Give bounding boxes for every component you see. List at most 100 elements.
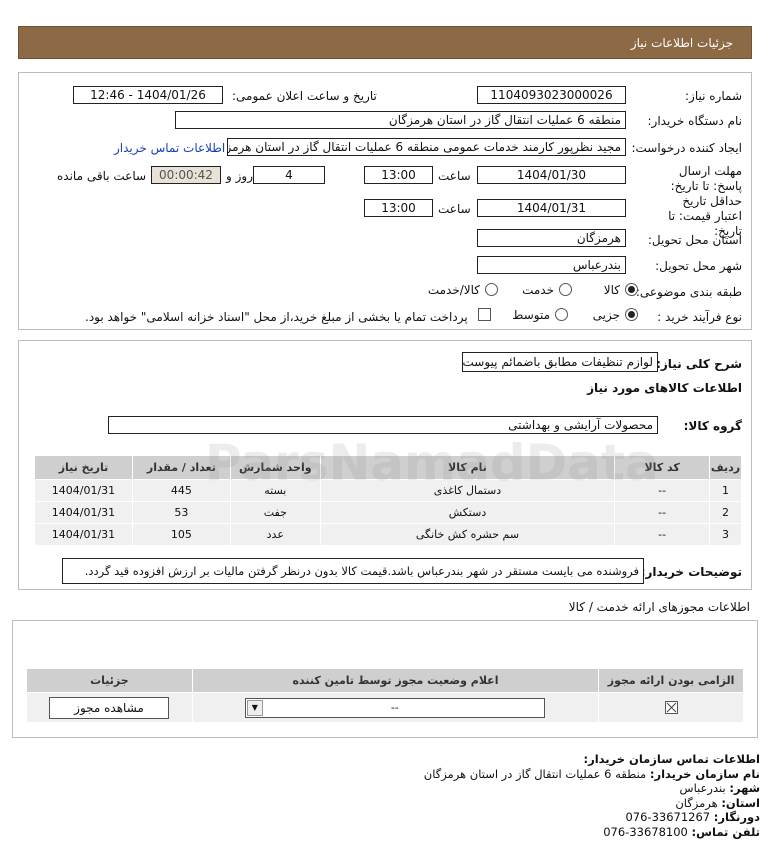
process-label: نوع فرآیند خرید : xyxy=(657,310,742,324)
process-option-partial: جزیی xyxy=(592,308,620,322)
contact-province-value: هرمزگان xyxy=(675,795,718,810)
category-radio-group: کالا خدمت کالا/خدمت xyxy=(424,281,640,299)
process-radio-partial[interactable] xyxy=(625,308,638,321)
buyer-org-label: نام دستگاه خریدار: xyxy=(647,114,743,128)
permit-required-checkbox xyxy=(664,701,678,715)
remaining-field: 00:00:42 xyxy=(151,166,221,184)
province-field: هرمزگان xyxy=(477,229,626,247)
category-option-goods: کالا xyxy=(603,283,620,297)
view-permit-button[interactable]: مشاهده مجوز xyxy=(49,697,169,719)
validity-date-field: 1404/01/31 xyxy=(477,199,626,217)
col-goods-code: کد کالا xyxy=(614,455,711,480)
cell-permit-status: -- ▼ xyxy=(191,692,600,723)
col-permit-details: جزئیات xyxy=(26,668,193,693)
deadline-time-field: 13:00 xyxy=(364,166,433,184)
category-radio-goods[interactable] xyxy=(625,283,638,296)
table-row: 2 -- دستکش جفت 53 1404/01/31 xyxy=(34,501,742,524)
cell-row-number: 2 xyxy=(709,501,742,524)
buyer-notes-field: فروشنده می بایست مستقر در شهر بندرعباس ب… xyxy=(62,558,644,584)
process-option-medium: متوسط xyxy=(512,308,550,322)
col-permit-status: اعلام وضعیت مجوز توسط تامین کننده xyxy=(191,668,600,693)
treasury-payment-checkbox[interactable] xyxy=(478,308,491,321)
cell-permit-required xyxy=(598,692,744,723)
col-need-date: تاریخ نیاز xyxy=(34,455,133,480)
category-option-both: کالا/خدمت xyxy=(427,283,480,297)
category-radio-service[interactable] xyxy=(559,283,572,296)
validity-time-field: 13:00 xyxy=(364,199,433,217)
province-label: استان محل تحویل: xyxy=(647,233,742,247)
city-field: بندرعباس xyxy=(477,256,626,274)
permits-title: اطلاعات مجوزهای ارائه خدمت / کالا xyxy=(568,600,750,614)
cell-goods-name: دستمال کاغذی xyxy=(319,479,616,502)
need-number-field: 1104093023000026 xyxy=(477,86,626,104)
days-label: روز و xyxy=(226,169,253,183)
process-radio-medium[interactable] xyxy=(555,308,568,321)
cell-goods-code: -- xyxy=(614,501,711,524)
deadline-time-label: ساعت xyxy=(438,169,471,183)
buyer-contact-section: اطلاعات تماس سازمان خریدار: نام سازمان خ… xyxy=(20,752,760,839)
cell-need-date: 1404/01/31 xyxy=(34,479,133,502)
contact-fax-row: دورنگار: 076-33671267 xyxy=(20,810,760,825)
cell-row-number: 1 xyxy=(709,479,742,502)
remaining-label: ساعت باقی مانده xyxy=(57,169,147,183)
contact-city-row: شهر: بندرعباس xyxy=(20,781,760,796)
requester-field: مجید نظرپور کارمند خدمات عمومی منطقه 6 ع… xyxy=(227,138,626,156)
col-permit-required: الزامی بودن ارائه مجوز xyxy=(598,668,744,693)
announce-label: تاریخ و ساعت اعلان عمومی: xyxy=(232,89,377,103)
goods-group-field: محصولات آرایشی و بهداشتی xyxy=(108,416,658,434)
description-field: لوازم تنظیفات مطابق باضمائم پیوست xyxy=(462,352,658,372)
contact-phone-row: تلفن تماس: 076-33678100 xyxy=(20,825,760,840)
goods-table: ردیف کد کالا نام کالا واحد شمارش تعداد /… xyxy=(34,455,742,546)
cell-goods-code: -- xyxy=(614,479,711,502)
contact-province-row: استان: هرمزگان xyxy=(20,796,760,811)
contact-org-value: منطقه 6 عملیات انتقال گاز در استان هرمزگ… xyxy=(423,766,647,781)
permits-table-header: الزامی بودن ارائه مجوز اعلام وضعیت مجوز … xyxy=(26,668,744,693)
goods-info-title: اطلاعات کالاهای مورد نیاز xyxy=(587,381,742,395)
cell-goods-name: سم حشره کش خانگی xyxy=(319,523,616,546)
col-unit: واحد شمارش xyxy=(229,455,321,480)
buyer-notes-label: توضیحات خریدار: xyxy=(640,565,742,579)
cell-permit-details: مشاهده مجوز xyxy=(26,692,193,723)
cell-unit: جفت xyxy=(229,501,321,524)
cell-goods-code: -- xyxy=(614,523,711,546)
cell-quantity: 445 xyxy=(131,479,231,502)
days-field: 4 xyxy=(253,166,325,184)
table-row: -- ▼ مشاهده مجوز xyxy=(26,692,744,723)
cell-unit: بسته xyxy=(229,479,321,502)
contact-city-label: شهر: xyxy=(729,781,760,795)
table-row: 3 -- سم حشره کش خانگی عدد 105 1404/01/31 xyxy=(34,523,742,546)
view-permit-label: مشاهده مجوز xyxy=(74,701,144,715)
need-number-label: شماره نیاز: xyxy=(685,89,742,103)
cell-need-date: 1404/01/31 xyxy=(34,501,133,524)
buyer-org-field: منطقه 6 عملیات انتقال گاز در استان هرمزگ… xyxy=(175,111,626,129)
permit-status-select[interactable]: -- ▼ xyxy=(244,698,545,718)
category-label: طبقه بندی موضوعی: xyxy=(635,285,742,299)
chevron-down-icon: ▼ xyxy=(246,700,263,716)
category-option-service: خدمت xyxy=(522,283,554,297)
contact-city-value: بندرعباس xyxy=(679,781,726,795)
cell-quantity: 53 xyxy=(131,501,231,524)
buyer-contact-link[interactable]: اطلاعات تماس خریدار xyxy=(114,141,225,155)
goods-table-header: ردیف کد کالا نام کالا واحد شمارش تعداد /… xyxy=(34,455,742,480)
contact-phone-label: تلفن تماس: xyxy=(691,824,760,839)
description-label: شرح کلی نیاز: xyxy=(656,357,742,371)
announce-field: 1404/01/26 - 12:46 xyxy=(73,86,223,104)
permits-table: الزامی بودن ارائه مجوز اعلام وضعیت مجوز … xyxy=(26,668,744,723)
page-title: جزئیات اطلاعات نیاز xyxy=(630,36,733,50)
col-quantity: تعداد / مقدار xyxy=(131,455,231,480)
validity-time-label: ساعت xyxy=(438,202,471,216)
contact-org-row: نام سازمان خریدار: منطقه 6 عملیات انتقال… xyxy=(20,767,760,782)
category-radio-both[interactable] xyxy=(485,283,498,296)
cell-row-number: 3 xyxy=(709,523,742,546)
cell-need-date: 1404/01/31 xyxy=(34,523,133,546)
contact-fax-label: دورنگار: xyxy=(713,810,760,824)
requester-label: ایجاد کننده درخواست: xyxy=(631,141,742,155)
process-radio-group: جزیی متوسط xyxy=(478,306,640,324)
contact-province-label: استان: xyxy=(721,795,760,810)
table-row: 1 -- دستمال کاغذی بسته 445 1404/01/31 xyxy=(34,479,742,502)
treasury-payment-note: پرداخت تمام یا بخشی از مبلغ خرید،از محل … xyxy=(85,310,468,324)
contact-org-label: نام سازمان خریدار: xyxy=(649,766,760,781)
deadline-date-field: 1404/01/30 xyxy=(477,166,626,184)
city-label: شهر محل تحویل: xyxy=(655,259,742,273)
cell-goods-name: دستکش xyxy=(319,501,616,524)
